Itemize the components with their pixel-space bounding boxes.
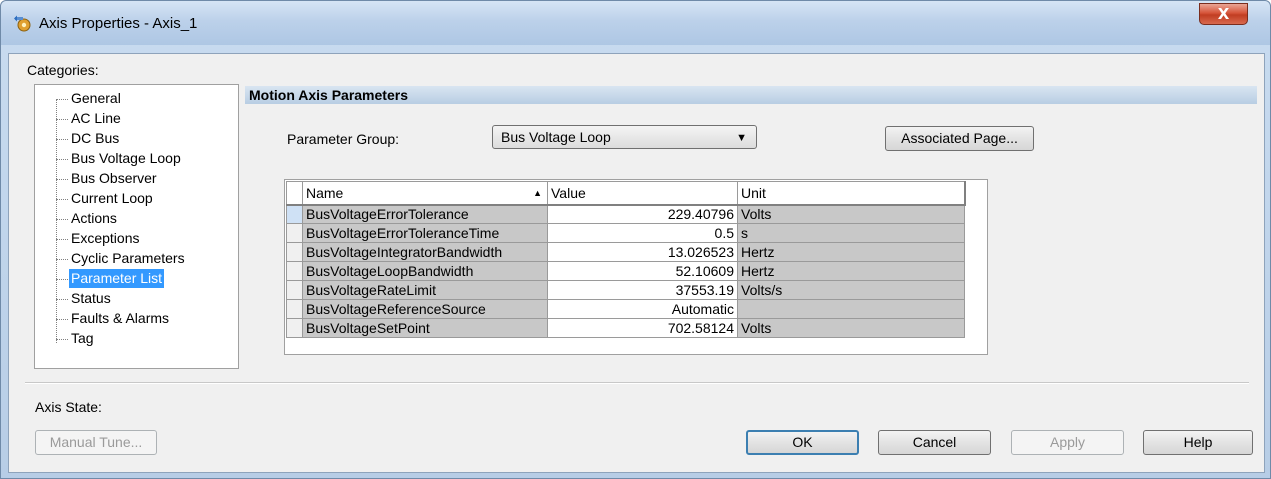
tree-item-label: Status bbox=[71, 290, 111, 306]
dialog-window: Axis Properties - Axis_1 X Categories: G… bbox=[0, 0, 1271, 479]
tree-item-label: Parameter List bbox=[71, 270, 163, 286]
row-selector[interactable] bbox=[286, 204, 303, 224]
tree-item-label: Current Loop bbox=[71, 190, 153, 206]
tree-item-ac-line[interactable]: AC Line bbox=[56, 109, 123, 128]
param-unit: Volts bbox=[737, 318, 965, 338]
section-header: Motion Axis Parameters bbox=[245, 86, 1257, 104]
column-header-name[interactable]: Name ▲ bbox=[302, 181, 548, 206]
chevron-down-icon: ▼ bbox=[736, 132, 747, 144]
table-row[interactable]: BusVoltageErrorToleranceTime 0.5 s bbox=[286, 223, 965, 243]
categories-tree[interactable]: General AC Line DC Bus Bus Voltage Loop … bbox=[34, 84, 239, 369]
table-row[interactable]: BusVoltageErrorTolerance 229.40796 Volts bbox=[286, 204, 965, 224]
param-value[interactable]: Automatic bbox=[547, 299, 738, 319]
param-name: BusVoltageRateLimit bbox=[302, 280, 548, 300]
close-button[interactable]: X bbox=[1199, 3, 1248, 25]
tree-item-actions[interactable]: Actions bbox=[56, 209, 119, 228]
param-name: BusVoltageSetPoint bbox=[302, 318, 548, 338]
param-name: BusVoltageIntegratorBandwidth bbox=[302, 242, 548, 262]
table-row[interactable]: BusVoltageLoopBandwidth 52.10609 Hertz bbox=[286, 261, 965, 281]
tree-item-label: Tag bbox=[71, 330, 94, 346]
column-header-label: Name bbox=[306, 184, 344, 201]
column-header-label: Unit bbox=[741, 184, 766, 201]
param-name: BusVoltageLoopBandwidth bbox=[302, 261, 548, 281]
param-name: BusVoltageErrorToleranceTime bbox=[302, 223, 548, 243]
cancel-button[interactable]: Cancel bbox=[878, 430, 991, 455]
tree-item-label: Actions bbox=[71, 210, 117, 226]
table-row[interactable]: BusVoltageRateLimit 37553.19 Volts/s bbox=[286, 280, 965, 300]
parameter-group-label: Parameter Group: bbox=[287, 131, 400, 147]
tree-item-label: Cyclic Parameters bbox=[71, 250, 185, 266]
column-header-unit[interactable]: Unit bbox=[737, 181, 966, 206]
tree-item-label: Exceptions bbox=[71, 230, 140, 246]
param-value[interactable]: 702.58124 bbox=[547, 318, 738, 338]
tree-item-dc-bus[interactable]: DC Bus bbox=[56, 129, 121, 148]
row-selector[interactable] bbox=[286, 242, 303, 262]
tree-item-bus-voltage-loop[interactable]: Bus Voltage Loop bbox=[56, 149, 183, 168]
tree-item-label: Bus Observer bbox=[71, 170, 157, 186]
row-selector-header bbox=[286, 181, 303, 206]
tree-item-label: Bus Voltage Loop bbox=[71, 150, 181, 166]
param-unit: Volts bbox=[737, 204, 965, 224]
parameter-group-dropdown[interactable]: Bus Voltage Loop ▼ bbox=[492, 125, 757, 149]
associated-page-button[interactable]: Associated Page... bbox=[885, 126, 1034, 151]
axis-gear-icon bbox=[13, 14, 33, 34]
param-value[interactable]: 13.026523 bbox=[547, 242, 738, 262]
footer-divider bbox=[25, 382, 1249, 384]
tree-item-label: AC Line bbox=[71, 110, 121, 126]
tree-item-tag[interactable]: Tag bbox=[56, 329, 96, 348]
column-header-value[interactable]: Value bbox=[547, 181, 738, 206]
window-title: Axis Properties - Axis_1 bbox=[39, 15, 198, 32]
row-selector[interactable] bbox=[286, 223, 303, 243]
param-unit: Hertz bbox=[737, 242, 965, 262]
tree-item-cyclic-parameters[interactable]: Cyclic Parameters bbox=[56, 249, 187, 268]
tree-item-parameter-list[interactable]: Parameter List bbox=[56, 269, 165, 288]
tree-item-label: DC Bus bbox=[71, 130, 120, 146]
tree-item-faults-alarms[interactable]: Faults & Alarms bbox=[56, 309, 171, 328]
column-header-label: Value bbox=[551, 184, 586, 201]
parameter-group-value: Bus Voltage Loop bbox=[501, 129, 611, 145]
param-value[interactable]: 0.5 bbox=[547, 223, 738, 243]
apply-button[interactable]: Apply bbox=[1011, 430, 1124, 455]
tree-item-general[interactable]: General bbox=[56, 89, 123, 108]
manual-tune-button[interactable]: Manual Tune... bbox=[35, 430, 157, 455]
row-selector[interactable] bbox=[286, 261, 303, 281]
table-row[interactable]: BusVoltageSetPoint 702.58124 Volts bbox=[286, 318, 965, 338]
param-name: BusVoltageReferenceSource bbox=[302, 299, 548, 319]
sort-ascending-icon: ▲ bbox=[533, 188, 542, 198]
param-value[interactable]: 37553.19 bbox=[547, 280, 738, 300]
param-unit: Volts/s bbox=[737, 280, 965, 300]
tree-item-status[interactable]: Status bbox=[56, 289, 113, 308]
param-name: BusVoltageErrorTolerance bbox=[302, 204, 548, 224]
tree-item-label: General bbox=[71, 90, 121, 106]
ok-button[interactable]: OK bbox=[746, 430, 859, 455]
param-unit bbox=[737, 299, 965, 319]
row-selector[interactable] bbox=[286, 280, 303, 300]
table-row[interactable]: BusVoltageIntegratorBandwidth 13.026523 … bbox=[286, 242, 965, 262]
param-unit: s bbox=[737, 223, 965, 243]
categories-label: Categories: bbox=[27, 62, 99, 78]
tree-item-current-loop[interactable]: Current Loop bbox=[56, 189, 155, 208]
parameter-table: Name ▲ Value Unit BusVoltageErrorToleran… bbox=[286, 181, 966, 338]
title-bar[interactable]: Axis Properties - Axis_1 X bbox=[1, 1, 1270, 45]
tree-connector-line bbox=[56, 99, 57, 343]
axis-state-label: Axis State: bbox=[35, 399, 102, 415]
table-row[interactable]: BusVoltageReferenceSource Automatic bbox=[286, 299, 965, 319]
tree-item-label: Faults & Alarms bbox=[71, 310, 170, 326]
help-button[interactable]: Help bbox=[1143, 430, 1253, 455]
row-selector[interactable] bbox=[286, 299, 303, 319]
tree-item-bus-observer[interactable]: Bus Observer bbox=[56, 169, 159, 188]
row-selector[interactable] bbox=[286, 318, 303, 338]
param-value[interactable]: 52.10609 bbox=[547, 261, 738, 281]
table-header-row: Name ▲ Value Unit bbox=[286, 181, 966, 206]
param-unit: Hertz bbox=[737, 261, 965, 281]
parameter-grid[interactable]: Name ▲ Value Unit BusVoltageErrorToleran… bbox=[284, 179, 988, 355]
tree-item-exceptions[interactable]: Exceptions bbox=[56, 229, 141, 248]
param-value[interactable]: 229.40796 bbox=[547, 204, 738, 224]
